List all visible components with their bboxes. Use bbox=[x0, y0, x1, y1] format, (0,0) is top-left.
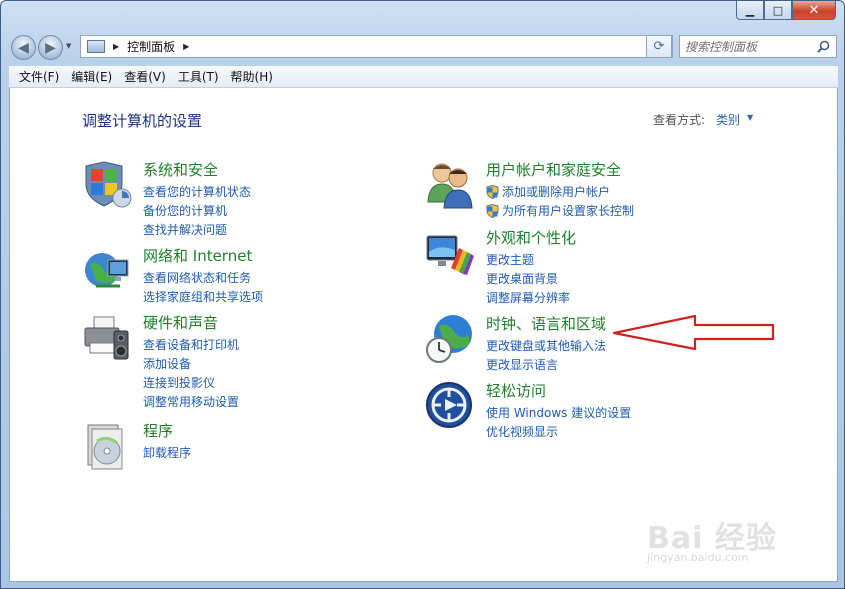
link-keyboard-input[interactable]: 更改键盘或其他输入法 bbox=[486, 336, 606, 355]
close-button[interactable]: ✕ bbox=[792, 1, 836, 20]
link-parental-controls[interactable]: 为所有用户设置家长控制 bbox=[486, 201, 634, 220]
link-add-device[interactable]: 添加设备 bbox=[143, 354, 239, 373]
window-frame: ▁ □ ✕ ◀ ▶ ▼ ▶ 控制面板 ▶ ▼ ⟳ 文件(F) bbox=[0, 0, 845, 589]
breadcrumb-control-panel[interactable]: 控制面板 bbox=[127, 38, 175, 55]
network-globe-icon[interactable] bbox=[82, 246, 132, 296]
link-devices-printers[interactable]: 查看设备和打印机 bbox=[143, 335, 239, 354]
uac-shield-icon bbox=[486, 184, 499, 199]
link-windows-recommended-settings[interactable]: 使用 Windows 建议的设置 bbox=[486, 403, 631, 422]
link-homegroup-sharing[interactable]: 选择家庭组和共享选项 bbox=[143, 287, 263, 306]
ease-of-access-icon[interactable] bbox=[425, 381, 475, 431]
programs-disc-icon[interactable] bbox=[82, 421, 132, 471]
caption-buttons: ▁ □ ✕ bbox=[736, 1, 836, 20]
refresh-button[interactable]: ⟳ bbox=[646, 35, 672, 58]
menu-edit[interactable]: 编辑(E) bbox=[65, 67, 118, 87]
link-connect-projector[interactable]: 连接到投影仪 bbox=[143, 373, 239, 392]
maximize-button[interactable]: □ bbox=[764, 1, 792, 20]
users-icon[interactable] bbox=[425, 160, 475, 210]
breadcrumb-chevron-icon[interactable]: ▶ bbox=[183, 42, 189, 51]
control-panel-icon bbox=[87, 40, 105, 53]
search-input[interactable] bbox=[680, 36, 810, 57]
search-icon[interactable] bbox=[817, 40, 830, 53]
minimize-button[interactable]: ▁ bbox=[736, 1, 764, 20]
link-uninstall-program[interactable]: 卸载程序 bbox=[143, 443, 191, 462]
menu-tools[interactable]: 工具(T) bbox=[172, 67, 225, 87]
link-mobility-settings[interactable]: 调整常用移动设置 bbox=[143, 392, 239, 411]
menu-file[interactable]: 文件(F) bbox=[13, 67, 65, 87]
category-title[interactable]: 系统和安全 bbox=[143, 159, 218, 180]
link-change-theme[interactable]: 更改主题 bbox=[486, 250, 570, 269]
link-text[interactable]: 为所有用户设置家长控制 bbox=[502, 202, 634, 219]
arrow-left-icon: ◀ bbox=[18, 39, 29, 56]
link-network-status[interactable]: 查看网络状态和任务 bbox=[143, 268, 263, 287]
category-title[interactable]: 程序 bbox=[143, 420, 173, 441]
menu-bar: 文件(F) 编辑(E) 查看(V) 工具(T) 帮助(H) bbox=[9, 66, 838, 88]
arrow-right-icon: ▶ bbox=[45, 39, 56, 56]
recent-pages-dropdown[interactable]: ▼ bbox=[66, 42, 71, 50]
category-title[interactable]: 外观和个性化 bbox=[486, 227, 576, 248]
link-desktop-background[interactable]: 更改桌面背景 bbox=[486, 269, 570, 288]
watermark: Bai 经验 jingyan.baidu.com bbox=[637, 509, 817, 579]
link-view-computer-status[interactable]: 查看您的计算机状态 bbox=[143, 182, 251, 201]
menu-view[interactable]: 查看(V) bbox=[118, 67, 172, 87]
forward-button[interactable]: ▶ bbox=[38, 35, 63, 60]
breadcrumb-chevron-icon[interactable]: ▶ bbox=[113, 42, 119, 51]
link-screen-resolution[interactable]: 调整屏幕分辨率 bbox=[486, 288, 570, 307]
watermark-url: jingyan.baidu.com bbox=[647, 551, 749, 564]
uac-shield-icon bbox=[486, 203, 499, 218]
refresh-icon: ⟳ bbox=[653, 39, 665, 54]
address-bar[interactable]: ▶ 控制面板 ▶ ▼ bbox=[80, 35, 673, 58]
link-text[interactable]: 添加或删除用户帐户 bbox=[502, 183, 610, 200]
view-by-label: 查看方式: bbox=[653, 113, 706, 127]
category-title[interactable]: 轻松访问 bbox=[486, 380, 546, 401]
link-add-remove-accounts[interactable]: 添加或删除用户帐户 bbox=[486, 182, 634, 201]
link-find-fix-problems[interactable]: 查找并解决问题 bbox=[143, 220, 251, 239]
menu-help[interactable]: 帮助(H) bbox=[225, 67, 279, 87]
category-title[interactable]: 硬件和声音 bbox=[143, 312, 218, 333]
search-box bbox=[679, 35, 837, 58]
chevron-down-icon[interactable]: ▼ bbox=[747, 113, 753, 122]
link-backup-computer[interactable]: 备份您的计算机 bbox=[143, 201, 251, 220]
page-title: 调整计算机的设置 bbox=[82, 112, 203, 130]
navigation-bar: ◀ ▶ ▼ ▶ 控制面板 ▶ ▼ ⟳ bbox=[9, 33, 838, 61]
category-title[interactable]: 时钟、语言和区域 bbox=[486, 313, 606, 334]
link-display-language[interactable]: 更改显示语言 bbox=[486, 355, 606, 374]
monitor-palette-icon[interactable] bbox=[425, 228, 475, 278]
category-title[interactable]: 用户帐户和家庭安全 bbox=[486, 159, 621, 180]
view-by-dropdown[interactable]: 类别 bbox=[716, 111, 740, 128]
back-button[interactable]: ◀ bbox=[11, 35, 36, 60]
shield-flag-icon[interactable] bbox=[82, 160, 132, 210]
link-optimize-video-display[interactable]: 优化视频显示 bbox=[486, 422, 631, 441]
printer-speaker-icon[interactable] bbox=[82, 313, 132, 363]
category-title[interactable]: 网络和 Internet bbox=[143, 245, 252, 266]
annotation-arrow-icon bbox=[613, 314, 775, 351]
clock-globe-icon[interactable] bbox=[425, 314, 475, 364]
